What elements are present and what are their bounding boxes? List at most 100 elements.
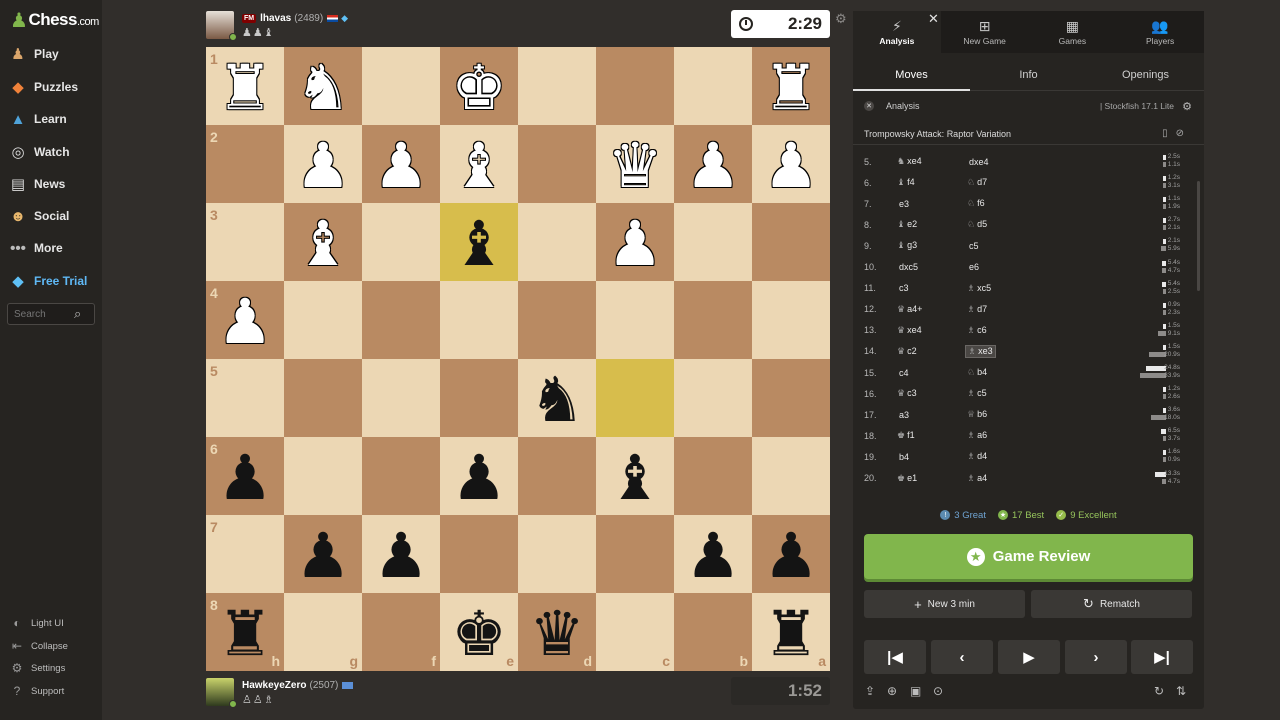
white-move[interactable]: ♚ f1	[897, 430, 915, 441]
white-pawn-icon[interactable]: ♟	[685, 135, 741, 197]
sidebar-item-social[interactable]: ☻ Social	[8, 205, 69, 227]
board-square[interactable]	[752, 437, 830, 515]
settings-link[interactable]: ⚙ Settings	[8, 659, 66, 677]
board-square[interactable]: 4 ♟	[206, 281, 284, 359]
collapse-button[interactable]: ⇤ Collapse	[8, 637, 68, 655]
player-name[interactable]: HawkeyeZero	[242, 680, 306, 691]
board-square[interactable]	[284, 437, 362, 515]
sidebar-item-free-trial[interactable]: ◆ Free Trial	[8, 270, 87, 292]
white-move[interactable]: ♝ g3	[897, 240, 917, 251]
board-square[interactable]: ♟	[596, 203, 674, 281]
white-king-icon[interactable]: ♚	[451, 57, 507, 119]
flip-board-icon[interactable]: ⇅	[1176, 684, 1186, 698]
white-move[interactable]: ♛ c2	[897, 346, 917, 357]
board-square[interactable]	[362, 47, 440, 125]
board-square[interactable]	[752, 203, 830, 281]
white-move[interactable]: dxc5	[897, 262, 918, 272]
white-move[interactable]: e3	[897, 199, 909, 209]
board-square[interactable]: b	[674, 593, 752, 671]
settings-icon[interactable]: ⊘	[1176, 128, 1192, 139]
black-rook-icon[interactable]: ♜	[763, 603, 819, 665]
board-square[interactable]: ♟	[674, 515, 752, 593]
last-move-button[interactable]: ▶|	[1131, 640, 1193, 674]
white-pawn-icon[interactable]: ♟	[373, 135, 429, 197]
white-pawn-icon[interactable]: ♟	[217, 291, 273, 353]
board-square[interactable]: g	[284, 593, 362, 671]
black-pawn-icon[interactable]: ♟	[373, 525, 429, 587]
board-settings-gear-icon[interactable]: ⚙	[835, 11, 847, 27]
board-square[interactable]	[362, 437, 440, 515]
white-move[interactable]: ♚ e1	[897, 473, 917, 484]
zoom-search-icon[interactable]: ⊙	[933, 684, 943, 698]
black-queen-icon[interactable]: ♛	[529, 603, 585, 665]
move-list-scrollbar[interactable]	[1197, 181, 1200, 291]
black-knight-icon[interactable]: ♞	[529, 369, 585, 431]
board-square[interactable]	[596, 281, 674, 359]
white-move[interactable]: ♞ xe4	[897, 156, 922, 167]
black-move[interactable]: e6	[967, 262, 979, 272]
tab-games[interactable]: ▦ Games	[1029, 11, 1117, 53]
board-square[interactable]: d ♛	[518, 593, 596, 671]
board-square[interactable]: ♟	[284, 515, 362, 593]
next-move-button[interactable]: ›	[1065, 640, 1127, 674]
black-move[interactable]: ♘ f6	[967, 198, 985, 209]
black-move[interactable]: ♗ c5	[967, 388, 987, 399]
subtab-info[interactable]: Info	[970, 59, 1087, 90]
white-pawn-icon[interactable]: ♟	[295, 135, 351, 197]
board-square[interactable]	[440, 281, 518, 359]
board-square[interactable]: ♞	[518, 359, 596, 437]
black-move[interactable]: ♘ d5	[967, 219, 987, 230]
refresh-icon[interactable]: ↻	[1154, 684, 1164, 698]
board-square[interactable]: a ♜	[752, 593, 830, 671]
new-game-button[interactable]: + New 3 min	[864, 590, 1025, 618]
board-square[interactable]: 1 ♜	[206, 47, 284, 125]
black-move[interactable]: ♗ d7	[967, 304, 987, 315]
board-square[interactable]: ♟	[362, 515, 440, 593]
board-square[interactable]	[362, 281, 440, 359]
book-icon[interactable]: ▯	[1162, 128, 1176, 139]
white-knight-icon[interactable]: ♞	[295, 57, 351, 119]
black-pawn-icon[interactable]: ♟	[295, 525, 351, 587]
prev-move-button[interactable]: ‹	[931, 640, 993, 674]
black-move[interactable]: ♗ a4	[967, 473, 987, 484]
board-square[interactable]: ♟	[284, 125, 362, 203]
white-bishop-icon[interactable]: ♝	[295, 213, 351, 275]
white-move[interactable]: ♝ e2	[897, 219, 917, 230]
black-move[interactable]: ♗ d4	[967, 451, 987, 462]
white-pawn-icon[interactable]: ♟	[763, 135, 819, 197]
white-pawn-icon[interactable]: ♟	[607, 213, 663, 275]
black-bishop-icon[interactable]: ♝	[607, 447, 663, 509]
board-square[interactable]	[596, 359, 674, 437]
white-move[interactable]: c4	[897, 368, 909, 378]
white-rook-icon[interactable]: ♜	[217, 57, 273, 119]
board-square[interactable]: 7	[206, 515, 284, 593]
search-icon[interactable]: ⌕	[74, 306, 81, 322]
sidebar-item-news[interactable]: ▤ News	[8, 173, 65, 195]
board-square[interactable]: ♝	[440, 203, 518, 281]
board-square[interactable]	[674, 203, 752, 281]
board-square[interactable]	[284, 281, 362, 359]
play-button[interactable]: ▶	[998, 640, 1060, 674]
white-move[interactable]: b4	[897, 452, 909, 462]
first-move-button[interactable]: |◀	[864, 640, 926, 674]
board-square[interactable]	[518, 125, 596, 203]
sidebar-item-more[interactable]: ••• More	[8, 237, 63, 259]
black-pawn-icon[interactable]: ♟	[763, 525, 819, 587]
chess-board[interactable]: 1 ♜ ♞ ♚ ♜ 2 ♟ ♟ ♝ ♛ ♟ ♟ 3 ♝ ♝ ♟ 4 ♟ 5 ♞ 6 ♟ ♟ ♝ 7 ♟ ♟ ♟ ♟ 8 h ♜ g f e ♚ d ♛ c b…	[206, 47, 830, 671]
board-square[interactable]	[518, 515, 596, 593]
subtab-moves[interactable]: Moves	[853, 59, 970, 91]
board-square[interactable]: ♟	[674, 125, 752, 203]
board-square[interactable]: ♟	[362, 125, 440, 203]
board-square[interactable]: ♝	[440, 125, 518, 203]
black-king-icon[interactable]: ♚	[451, 603, 507, 665]
search-field[interactable]: ⌕	[7, 303, 95, 325]
board-square[interactable]	[752, 359, 830, 437]
move-list[interactable]: 5. ♞ xe4 dxe4 2.5s 1.1s 6. ♝ f4 ♘ d7 1.2s 3.1s 7. e3 ♘ f…	[853, 151, 1204, 491]
player-name[interactable]: lhavas	[260, 13, 291, 24]
black-bishop-icon[interactable]: ♝	[451, 213, 507, 275]
board-square[interactable]	[440, 515, 518, 593]
subtab-openings[interactable]: Openings	[1087, 59, 1204, 90]
board-square[interactable]	[518, 437, 596, 515]
white-move[interactable]: c3	[897, 283, 909, 293]
white-move[interactable]: ♛ a4+	[897, 304, 922, 315]
